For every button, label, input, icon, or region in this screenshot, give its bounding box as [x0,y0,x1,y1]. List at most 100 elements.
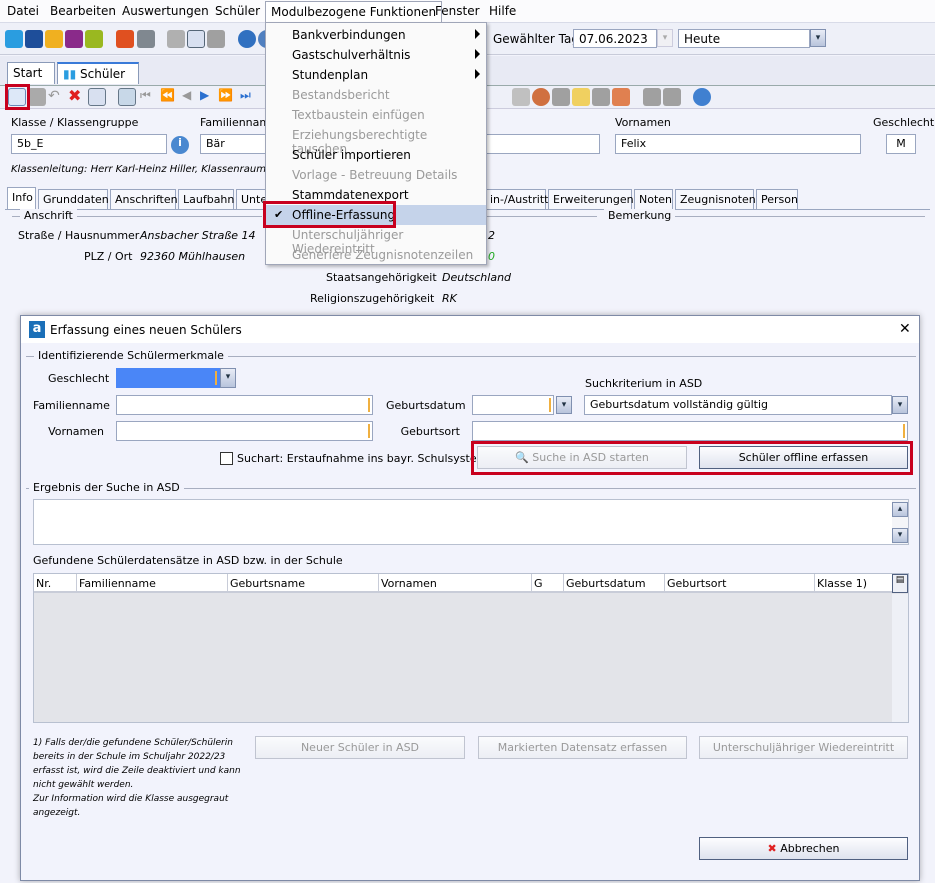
tab-schueler[interactable]: ▮▮ Schüler ✕ [57,62,139,95]
menu-modulbezogene-funktionen[interactable]: Modulbezogene Funktionen [265,1,443,23]
chevron-down-icon[interactable]: ▾ [892,396,908,414]
suchkriterium-label: Suchkriterium in ASD [585,377,703,390]
scroll-down-icon[interactable]: ▾ [892,528,908,543]
vornamen-input[interactable]: Felix [615,134,861,154]
menu-fenster[interactable]: Fenster [435,4,480,18]
save-icon[interactable] [28,88,46,106]
column-header[interactable]: Geburtsort [664,574,726,593]
menu-item[interactable]: Vorlage - Betreuung Details [266,165,486,185]
scroll-up-icon[interactable]: ▴ [892,502,908,517]
column-header[interactable]: Familienname [76,574,156,593]
tab-start[interactable]: Start ✕ [7,62,55,94]
menu-item[interactable]: Stundenplan [266,65,486,85]
undo-icon[interactable]: ↶ [48,88,66,106]
menu-item[interactable]: Unterschuljähriger Wiedereintritt [266,225,486,256]
puzzle-icon[interactable] [167,30,185,48]
subtab-anschriften[interactable]: Anschriften [110,189,178,210]
subtab-noten[interactable]: Noten [634,189,673,210]
menu-item[interactable]: Erziehungsberechtigte tauschen [266,125,486,156]
help-icon[interactable] [693,88,711,106]
column-header[interactable]: Klasse 1) [814,574,867,593]
menu-item[interactable]: Gastschulverhältnis [266,45,486,65]
column-header[interactable]: Geburtsdatum [563,574,646,593]
close-icon[interactable]: ✕ [899,321,911,337]
suchart-checkbox[interactable] [220,452,233,465]
subtab-grunddaten[interactable]: Grunddaten [38,189,109,210]
neuer-schueler-asd-button[interactable]: Neuer Schüler in ASD [255,736,465,759]
menu-auswertungen[interactable]: Auswertungen [122,4,209,18]
subtab-info[interactable]: Info [7,187,36,210]
found-records-table[interactable]: Nr. Familienname Geburtsname Vornamen G Gebur… [33,573,909,723]
students-icon[interactable] [5,30,23,48]
day-dropdown-button[interactable]: ▾ [657,29,673,47]
contact-book-icon[interactable] [612,88,630,106]
chevron-down-icon[interactable]: ▾ [810,29,826,47]
scrollbar[interactable]: ▴ ▾ [892,500,908,544]
text-block-icon[interactable] [552,88,570,106]
vornamen-input[interactable] [116,421,373,441]
export-icon[interactable] [512,88,530,106]
abbrechen-button[interactable]: ✖ Abbrechen [699,837,908,860]
markierten-datensatz-button[interactable]: Markierten Datensatz erfassen [478,736,687,759]
next-icon[interactable]: ▶ [200,88,218,106]
house-remove-icon[interactable] [663,88,681,106]
table-icon[interactable] [118,88,136,106]
house-add-icon[interactable] [643,88,661,106]
notes-icon[interactable] [85,30,103,48]
messages-icon[interactable] [65,30,83,48]
menu-item[interactable]: Generiere Zeugnisnotenzeilen [266,245,486,265]
menu-item[interactable]: Schüler importieren [266,145,486,165]
info-icon[interactable]: i [171,136,189,154]
info-icon[interactable] [238,30,256,48]
menu-item[interactable]: Bankverbindungen [266,25,486,45]
menu-hilfe[interactable]: Hilfe [489,4,516,18]
list-remove-icon[interactable] [88,88,106,106]
lightning-icon[interactable] [207,30,225,48]
subtab-unterricht[interactable]: Unte [236,189,267,210]
klasse-input[interactable]: 5b_E [11,134,167,154]
day-input[interactable]: 07.06.2023 [573,29,657,48]
column-header[interactable]: Geburtsname [227,574,305,593]
geburtsdatum-input[interactable] [472,395,554,415]
subtab-erweiterungen[interactable]: Erweiterungen [548,189,634,210]
geschlecht-input[interactable]: M [886,134,916,154]
menu-datei[interactable]: Datei [7,4,39,18]
last-icon[interactable]: ⏭ [240,88,258,106]
geschlecht-select[interactable] [116,368,220,388]
subtab-zeugnisnoten[interactable]: Zeugnisnoten [675,189,756,210]
menu-bearbeiten[interactable]: Bearbeiten [50,4,116,18]
print-icon[interactable] [137,30,155,48]
chevron-down-icon[interactable]: ▾ [220,368,236,388]
suchkriterium-select[interactable]: Geburtsdatum vollständig gültig [584,395,892,415]
first-icon[interactable]: ⏮ [140,88,158,106]
column-chooser-icon[interactable]: ▤ [892,574,908,593]
book-icon[interactable] [116,30,134,48]
person-icon[interactable] [532,88,550,106]
search-result-textarea[interactable]: ▴ ▾ [33,499,909,545]
wiedereintritt-button[interactable]: Unterschuljähriger Wiedereintritt [699,736,908,759]
rewind-icon[interactable]: ⏪ [160,88,178,106]
window-remove-icon[interactable] [187,30,205,48]
fast-forward-icon[interactable]: ⏩ [218,88,236,106]
subtab-ein-austritt[interactable]: in-/Austritt [486,189,548,210]
period-select[interactable]: Heute [678,29,810,48]
subtab-laufbahn[interactable]: Laufbahn [178,189,234,210]
familienname-input[interactable] [116,395,373,415]
menu-item[interactable]: Bestandsbericht [266,85,486,105]
geburtsort-input[interactable] [472,421,908,441]
teachers-icon[interactable] [45,30,63,48]
previous-icon[interactable]: ◀ [182,88,200,106]
familienname-label: Familienname [33,399,110,412]
note-icon[interactable] [592,88,610,106]
chevron-down-icon[interactable]: ▾ [556,396,572,414]
table-scrollbar[interactable] [892,594,908,722]
menu-schueler[interactable]: Schüler [215,4,260,18]
classes-icon[interactable] [25,30,43,48]
column-header[interactable]: Nr. [36,577,51,590]
delete-icon[interactable]: ✖ [68,86,86,105]
column-header[interactable]: G [531,574,543,593]
folder-icon[interactable] [572,88,590,106]
menu-item[interactable]: Textbaustein einfügen [266,105,486,125]
column-header[interactable]: Vornamen [378,574,437,593]
subtab-person[interactable]: Person [756,189,798,210]
